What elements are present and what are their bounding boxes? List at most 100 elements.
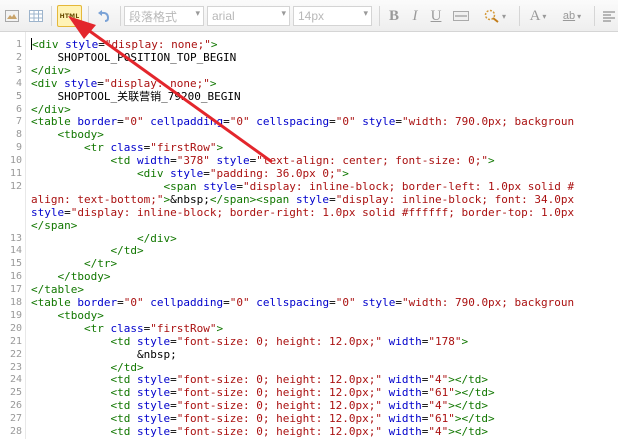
code-line[interactable]: 6 </div> (0, 103, 618, 116)
line-number: 11 (9, 168, 22, 179)
code-line[interactable]: 2 SHOPTOOL_POSITION_TOP_BEGIN (0, 51, 618, 64)
image-icon[interactable] (3, 5, 21, 27)
bold-button[interactable]: B (385, 5, 403, 27)
line-number: 16 (9, 271, 22, 283)
toolbar-separator (594, 6, 595, 26)
line-number: 10 (9, 155, 22, 167)
code-text: </table> (31, 283, 84, 297)
code-line[interactable]: 18 <table border="0" cellpadding="0" cell… (0, 296, 618, 309)
chevron-down-icon: ▾ (195, 8, 200, 18)
undo-icon[interactable] (94, 5, 114, 27)
code-line[interactable]: 22 &nbsp; (0, 348, 618, 361)
table-icon[interactable] (27, 5, 45, 27)
code-line[interactable]: 15 </tr> (0, 257, 618, 270)
code-line[interactable]: 12 <span style="display: inline-block; b… (0, 180, 618, 193)
code-text: <tbody> (57, 308, 104, 322)
line-number: 27 (9, 413, 22, 425)
line-number: 9 (15, 142, 22, 154)
font-size-select[interactable]: 14px ▾ (293, 6, 372, 26)
code-line[interactable]: 23 </td> (0, 361, 618, 374)
code-line[interactable]: 24 <td style="font-size: 0; height: 12.0… (0, 373, 618, 386)
code-line[interactable]: 21 <td style="font-size: 0; height: 12.0… (0, 335, 618, 348)
code-text: <span style="display: inline-block; bord… (163, 179, 575, 193)
html-source-editor[interactable]: 1 <div style="display: none;"> 2 SHOPTOOL_… (0, 32, 618, 439)
line-number: 25 (9, 387, 22, 399)
html-source-button-label: HTML (59, 12, 80, 20)
code-line[interactable]: 13 </div> (0, 232, 618, 245)
font-size-value: 14px (298, 9, 325, 23)
code-line[interactable]: 4 <div style="display: none;"> (0, 77, 618, 90)
line-number: 17 (9, 284, 22, 296)
code-text: <div style="display: none;"> (31, 38, 218, 51)
line-number: 18 (9, 297, 22, 308)
highlight-color-button-label: ab (562, 10, 576, 22)
code-text: </td> (110, 244, 144, 258)
line-number: 8 (15, 129, 22, 141)
code-line[interactable]: align: text-bottom;">&nbsp;</span><span … (0, 193, 618, 206)
toolbar-separator (51, 6, 52, 26)
paragraph-format-select[interactable]: 段落格式 ▾ (124, 6, 204, 26)
code-text: </td> (110, 360, 144, 374)
line-number: 24 (9, 374, 22, 386)
code-line[interactable]: style="display: inline-block; border-rig… (0, 206, 618, 219)
code-text: <tbody> (57, 128, 104, 142)
bold-button-label: B (388, 7, 399, 24)
code-text: <table border="0" cellpadding="0" cellsp… (31, 115, 575, 129)
toolbar-separator (379, 6, 380, 26)
line-number: 14 (9, 245, 22, 257)
chevron-down-icon: ▾ (577, 11, 582, 21)
code-text: <td style="font-size: 0; height: 12.0px;… (110, 425, 489, 438)
line-number: 6 (15, 103, 22, 115)
font-family-select[interactable]: arial ▾ (207, 6, 290, 26)
code-line[interactable]: 11 <div style="padding: 36.0px 0;"> (0, 167, 618, 180)
format-painter-icon[interactable]: ▾ (480, 5, 510, 27)
line-number: 15 (9, 258, 22, 270)
font-color-button[interactable]: A ▾ (525, 5, 551, 27)
align-icon-graphic (603, 11, 615, 22)
font-family-value: arial (212, 9, 235, 23)
toolbar-separator (519, 6, 520, 26)
italic-button[interactable]: I (407, 5, 423, 27)
code-text: <td style="font-size: 0; height: 12.0px;… (110, 334, 469, 348)
code-line[interactable]: 25 <td style="font-size: 0; height: 12.0… (0, 386, 618, 399)
line-number: 26 (9, 400, 22, 412)
code-text: SHOPTOOL_POSITION_TOP_BEGIN (31, 50, 237, 64)
line-number: 28 (9, 426, 22, 437)
font-color-button-label: A (529, 7, 541, 24)
html-source-button[interactable]: HTML (57, 5, 82, 27)
code-line[interactable]: 7 <table border="0" cellpadding="0" cells… (0, 115, 618, 128)
code-text: <div style="display: none;"> (31, 76, 217, 90)
align-icon[interactable] (600, 5, 618, 27)
format-painter-icon-graphic (484, 9, 499, 23)
code-text: </div> (31, 102, 71, 116)
code-text: style="display: inline-block; border-rig… (31, 205, 575, 219)
chevron-down-icon: ▾ (542, 11, 547, 21)
strikethrough-icon[interactable] (451, 5, 471, 27)
strikethrough-icon-graphic (453, 11, 469, 21)
code-line[interactable]: </span> (0, 219, 618, 232)
code-line[interactable]: 28 <td style="font-size: 0; height: 12.0… (0, 425, 618, 438)
code-line[interactable]: 1 <div style="display: none;"> (0, 38, 618, 51)
code-line[interactable]: 3 </div> (0, 64, 618, 77)
line-number: 12 (9, 180, 22, 192)
code-line[interactable]: 17 </table> (0, 283, 618, 296)
code-line[interactable]: 19 <tbody> (0, 309, 618, 322)
code-line[interactable]: 9 <tr class="firstRow"> (0, 141, 618, 154)
highlight-color-button[interactable]: ab ▾ (556, 5, 588, 27)
code-text: &nbsp; (31, 347, 177, 361)
code-line[interactable]: 16 </tbody> (0, 270, 618, 283)
code-line[interactable]: 27 <td style="font-size: 0; height: 12.0… (0, 412, 618, 425)
code-text: <td style="font-size: 0; height: 12.0px;… (110, 373, 489, 387)
code-text: <tr class="firstRow"> (83, 321, 224, 335)
line-number: 13 (9, 232, 22, 244)
code-line[interactable]: 10 <td width="378" style="text-align: ce… (0, 154, 618, 167)
code-line[interactable]: 20 <tr class="firstRow"> (0, 322, 618, 335)
underline-button[interactable]: U (428, 5, 444, 27)
code-text: </div> (31, 63, 71, 77)
code-line[interactable]: 26 <td style="font-size: 0; height: 12.0… (0, 399, 618, 412)
code-line[interactable]: 5 SHOPTOOL_关联营销_79200_BEGIN (0, 90, 618, 103)
underline-button-label: U (430, 7, 442, 24)
code-line[interactable]: 14 </td> (0, 244, 618, 257)
code-line[interactable]: 8 <tbody> (0, 128, 618, 141)
line-number: 20 (9, 322, 22, 334)
